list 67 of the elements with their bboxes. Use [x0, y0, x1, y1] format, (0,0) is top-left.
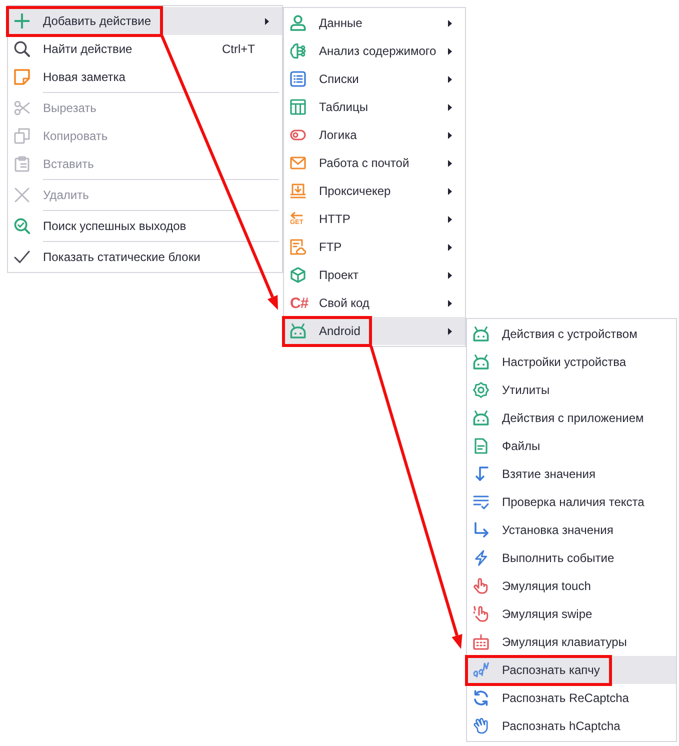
note-icon: [14, 69, 30, 85]
menu-item[interactable]: Выполнить событие: [467, 544, 676, 572]
menu-item[interactable]: Таблицы: [284, 93, 465, 121]
menu-item[interactable]: Поиск успешных выходов: [8, 212, 282, 240]
shortcut-label: Ctrl+T: [222, 42, 255, 56]
menu-item[interactable]: Эмуляция touch: [467, 572, 676, 600]
cube-icon: [290, 267, 306, 283]
hand-icon: [473, 718, 489, 734]
table-icon: [290, 99, 306, 115]
menu-item[interactable]: Установка значения: [467, 516, 676, 544]
cross-icon: [14, 187, 30, 203]
menu-item[interactable]: Показать статические блоки: [8, 243, 282, 271]
menu-item[interactable]: Эмуляция swipe: [467, 600, 676, 628]
toggle-icon: [290, 127, 306, 143]
menu-item[interactable]: Эмуляция клавиатуры: [467, 628, 676, 656]
keyboard-icon: [473, 634, 489, 650]
menu-item[interactable]: Настройки устройства: [467, 348, 676, 376]
search-check-icon: [14, 218, 30, 234]
copy-icon: [14, 128, 30, 144]
menu-item[interactable]: Найти действие Ctrl+T: [8, 35, 282, 63]
android-icon: [473, 410, 489, 426]
menu-item[interactable]: Файлы: [467, 432, 676, 460]
menu-item[interactable]: Проект: [284, 261, 465, 289]
menu-item[interactable]: Новая заметка: [8, 63, 282, 91]
menu-item[interactable]: Данные: [284, 9, 465, 37]
clipboard-icon: [14, 156, 30, 172]
arrow-left-icon: [290, 212, 303, 219]
menu-item[interactable]: Проксичекер: [284, 177, 465, 205]
menu-item[interactable]: Распознать ReCaptcha: [467, 684, 676, 712]
menu-item[interactable]: C# Свой код: [284, 289, 465, 317]
menu-item[interactable]: Логика: [284, 121, 465, 149]
hand-pointer-icon: [473, 578, 489, 594]
menu-item[interactable]: Распознать hCaptcha: [467, 712, 676, 740]
turn-right-arrow-icon: [473, 522, 489, 538]
captcha-icon: [473, 662, 489, 678]
scissors-icon: [14, 100, 30, 116]
menu-item[interactable]: Взятие значения: [467, 460, 676, 488]
hand-swipe-icon: [473, 606, 489, 622]
android-icon: [473, 354, 489, 370]
search-icon: [14, 41, 30, 57]
menu-item[interactable]: Добавить действие: [8, 7, 282, 35]
menu-item[interactable]: Работа с почтой: [284, 149, 465, 177]
document-icon: [473, 438, 489, 454]
list-check-icon: [473, 494, 489, 510]
lightning-icon: [473, 550, 489, 566]
android-icon: [473, 326, 489, 342]
menu-item[interactable]: Действия с приложением: [467, 404, 676, 432]
turn-down-arrow-icon: [473, 466, 489, 482]
menu-item[interactable]: Проверка наличия текста: [467, 488, 676, 516]
android-icon: [290, 323, 306, 339]
menu-item[interactable]: Распознать капчу: [467, 656, 676, 684]
menu-item[interactable]: Android: [284, 317, 465, 345]
menu-item[interactable]: Анализ содержимого: [284, 37, 465, 65]
icon-text: C#: [290, 296, 308, 310]
plus-icon: [14, 13, 30, 29]
menu-item[interactable]: Действия с устройством: [467, 320, 676, 348]
person-icon: [290, 15, 306, 31]
envelope-icon: [290, 155, 306, 171]
menu-item[interactable]: Списки: [284, 65, 465, 93]
list-icon: [290, 71, 306, 87]
document-cloud-icon: [290, 239, 306, 255]
brain-circuit-icon: [290, 43, 306, 59]
menu-item[interactable]: FTP: [284, 233, 465, 261]
download-tray-icon: [290, 183, 306, 199]
menu-item[interactable]: Утилиты: [467, 376, 676, 404]
refresh-icon: [473, 690, 489, 706]
gear-icon: [473, 382, 489, 398]
